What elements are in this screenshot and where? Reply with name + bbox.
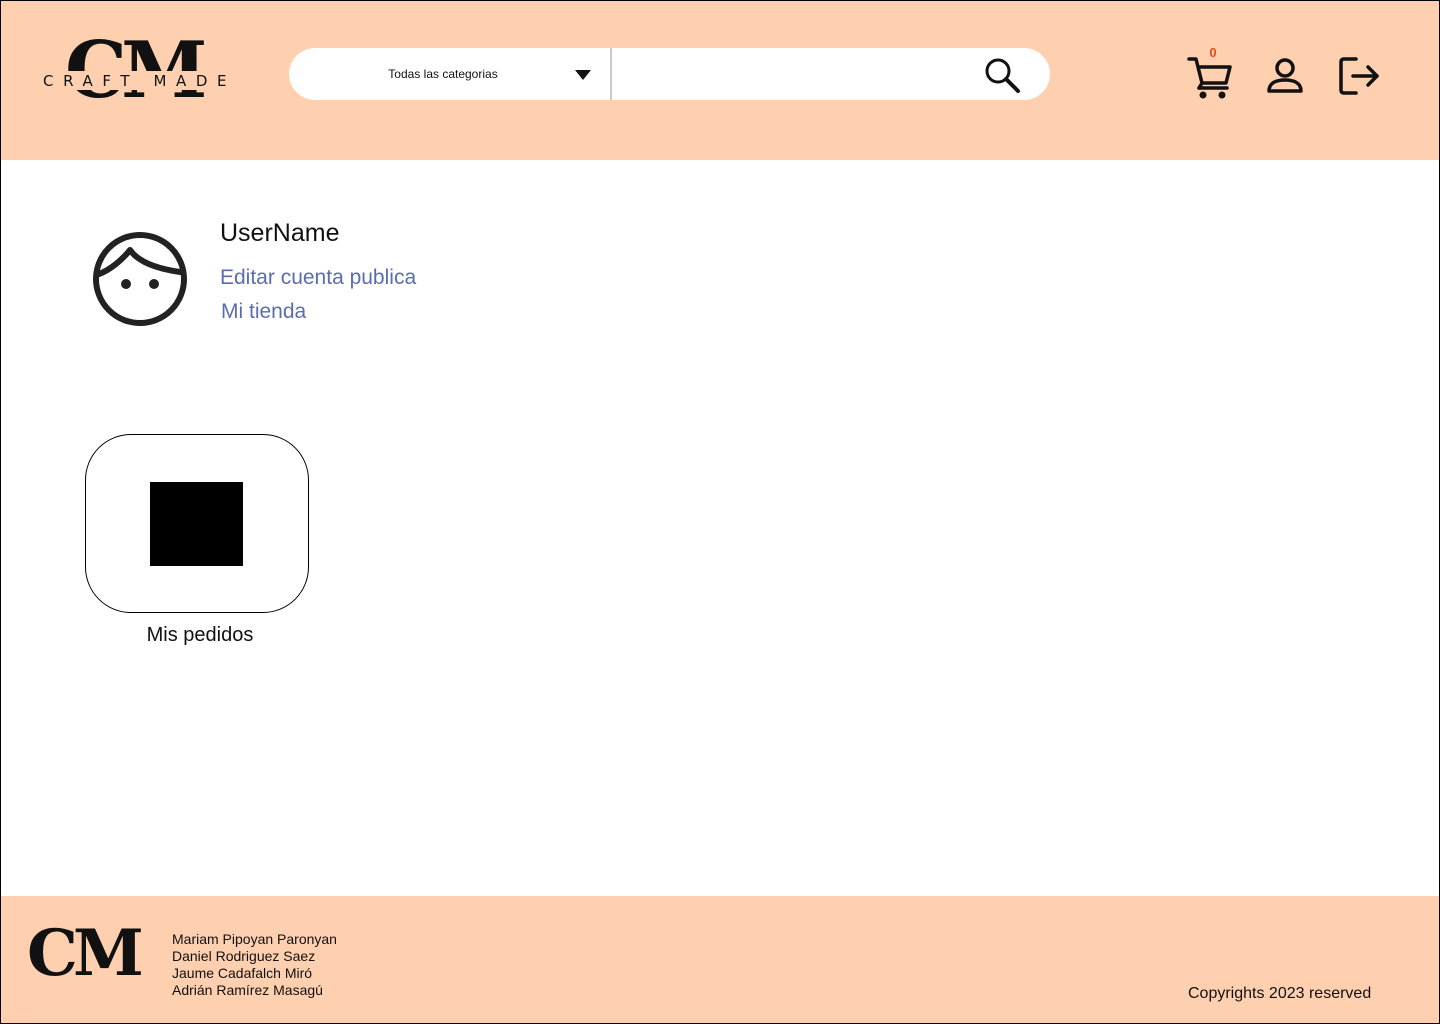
brand-logo[interactable]: CM CRAFT MADE <box>43 32 239 114</box>
profile-avatar-icon <box>93 232 187 326</box>
author-name: Adrián Ramírez Masagú <box>172 982 323 998</box>
user-icon[interactable] <box>1265 57 1305 95</box>
dropdown-arrow-icon <box>575 70 591 80</box>
copyright-text: Copyrights 2023 reserved <box>1188 985 1372 1002</box>
logout-icon[interactable] <box>1339 56 1381 96</box>
author-name: Mariam Pipoyan Paronyan <box>172 931 337 947</box>
author-name: Jaume Cadafalch Miró <box>172 965 313 981</box>
category-select[interactable]: Todas las categorias <box>289 48 612 100</box>
category-select-value: Todas las categorias <box>388 67 498 81</box>
cart-icon[interactable] <box>1187 55 1233 99</box>
authors-list: Mariam Pipoyan Paronyan Daniel Rodriguez… <box>172 931 337 999</box>
author-name: Daniel Rodriguez Saez <box>172 948 316 964</box>
search-input[interactable] <box>615 54 979 96</box>
search-icon[interactable] <box>983 56 1023 96</box>
my-orders-card[interactable] <box>85 434 309 613</box>
footer-logo: CM <box>27 916 144 991</box>
footer: CM Mariam Pipoyan Paronyan Daniel Rodrig… <box>1 896 1439 1023</box>
top-header: CM CRAFT MADE Todas las categorias 0 <box>1 1 1439 160</box>
orders-placeholder-icon <box>150 482 243 566</box>
my-orders-label[interactable]: Mis pedidos <box>85 624 315 647</box>
logo-subtitle: CRAFT MADE <box>43 72 237 90</box>
username: UserName <box>220 219 340 247</box>
my-shop-link[interactable]: Mi tienda <box>221 300 306 324</box>
search-bar: Todas las categorias <box>289 48 1050 100</box>
edit-public-account-link[interactable]: Editar cuenta publica <box>220 266 416 290</box>
